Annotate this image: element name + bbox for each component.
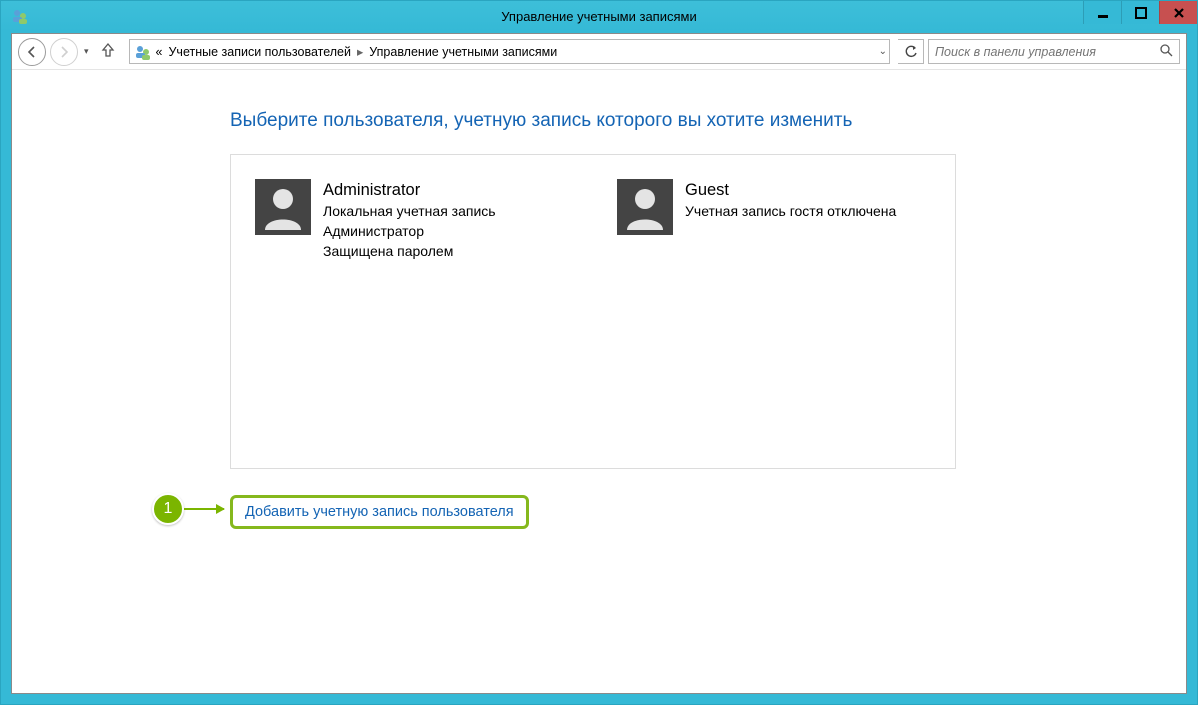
close-button[interactable]: [1159, 1, 1197, 24]
user-card-administrator[interactable]: Administrator Локальная учетная запись А…: [255, 179, 569, 444]
address-dropdown-icon[interactable]: ⌄: [879, 46, 887, 57]
avatar-icon: [617, 179, 673, 235]
user-list: Administrator Локальная учетная запись А…: [230, 154, 956, 469]
address-bar[interactable]: « Учетные записи пользователей ▸ Управле…: [129, 39, 890, 64]
back-button[interactable]: [18, 38, 46, 66]
chevron-right-icon: ▸: [351, 44, 369, 59]
user-detail: Локальная учетная запись: [323, 202, 496, 222]
user-detail: Защищена паролем: [323, 242, 496, 262]
search-input[interactable]: [935, 45, 1160, 59]
user-detail: Учетная запись гостя отключена: [685, 202, 896, 222]
refresh-button[interactable]: [898, 39, 924, 64]
user-name: Guest: [685, 179, 896, 202]
user-info: Guest Учетная запись гостя отключена: [685, 179, 896, 444]
avatar-icon: [255, 179, 311, 235]
arrow-right-icon: [184, 508, 224, 510]
add-link-container: 1 Добавить учетную запись пользователя: [230, 495, 1186, 529]
window-title: Управление учетными записями: [1, 9, 1197, 24]
user-card-guest[interactable]: Guest Учетная запись гостя отключена: [617, 179, 931, 444]
minimize-button[interactable]: [1083, 1, 1121, 24]
user-info: Administrator Локальная учетная запись А…: [323, 179, 496, 444]
content-area: Выберите пользователя, учетную запись ко…: [12, 70, 1186, 693]
search-box[interactable]: [928, 39, 1180, 64]
window: Управление учетными записями ▾: [0, 0, 1198, 705]
breadcrumb-item[interactable]: Управление учетными записями: [369, 45, 557, 59]
toolbar: ▾ « Учетные записи пользователей ▸ Управ…: [12, 34, 1186, 70]
user-detail: Администратор: [323, 222, 496, 242]
add-user-account-link[interactable]: Добавить учетную запись пользователя: [230, 495, 529, 529]
titlebar[interactable]: Управление учетными записями: [1, 1, 1197, 31]
breadcrumb-prefix: «: [156, 45, 163, 59]
maximize-button[interactable]: [1121, 1, 1159, 24]
search-icon[interactable]: [1160, 44, 1173, 60]
annotation-callout: 1: [152, 493, 224, 525]
breadcrumb-item[interactable]: Учетные записи пользователей: [168, 45, 351, 59]
recent-dropdown-icon[interactable]: ▾: [82, 46, 91, 57]
client-area: ▾ « Учетные записи пользователей ▸ Управ…: [11, 33, 1187, 694]
forward-button[interactable]: [50, 38, 78, 66]
page-heading: Выберите пользователя, учетную запись ко…: [230, 110, 1186, 132]
up-button[interactable]: [95, 42, 121, 61]
user-name: Administrator: [323, 179, 496, 202]
window-controls: [1083, 1, 1197, 24]
user-accounts-icon: [134, 43, 152, 61]
annotation-badge: 1: [152, 493, 184, 525]
user-accounts-icon: [11, 7, 29, 25]
